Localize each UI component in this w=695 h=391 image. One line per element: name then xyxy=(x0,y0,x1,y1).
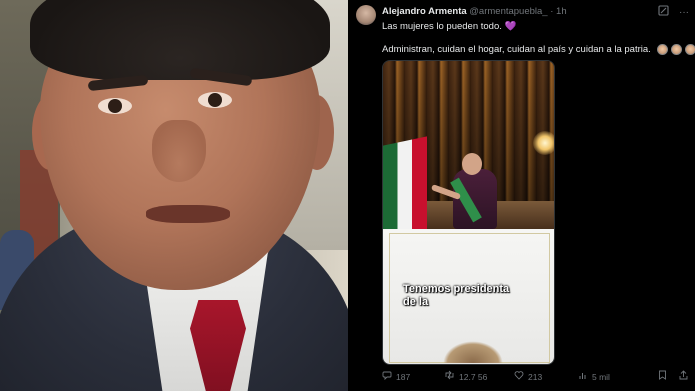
action-bar: 187 12.7 56 213 5 mil xyxy=(382,370,688,383)
views-count: 5 mil xyxy=(592,371,610,382)
author-handle[interactable]: @armentapuebla_ xyxy=(469,6,547,17)
repost-icon xyxy=(444,370,455,383)
old-woman-emoji-icon xyxy=(685,44,695,55)
woman-teacher-emoji-icon xyxy=(671,44,683,55)
hair xyxy=(30,0,330,80)
views-button[interactable]: 5 mil xyxy=(578,370,642,383)
chandelier-light xyxy=(533,131,554,155)
secondary-actions xyxy=(658,370,688,383)
video-caption: Tenemos presidenta de la xyxy=(403,283,553,309)
timestamp[interactable]: 1h xyxy=(556,6,567,17)
woman-emoji-icon xyxy=(657,44,669,55)
separator-dot: · xyxy=(550,6,554,17)
share-icon[interactable] xyxy=(679,370,688,383)
video-caption-line2: de la xyxy=(403,296,429,308)
like-icon xyxy=(514,370,524,383)
like-button[interactable]: 213 xyxy=(514,370,578,383)
avatar[interactable] xyxy=(356,5,376,25)
grok-icon[interactable] xyxy=(658,5,669,20)
emoji-group xyxy=(657,44,695,55)
tweet-text-body: Administran, cuidan el hogar, cuidan al … xyxy=(382,44,651,56)
mouth xyxy=(146,205,230,223)
author-name[interactable]: Alejandro Armenta xyxy=(382,6,467,17)
bookmark-icon[interactable] xyxy=(658,370,667,383)
views-icon xyxy=(578,370,588,383)
nose xyxy=(152,120,206,182)
like-count: 213 xyxy=(528,371,543,382)
person-photo xyxy=(0,0,348,391)
reply-button[interactable]: 187 xyxy=(382,370,444,383)
tweet-header: Alejandro Armenta @armentapuebla_ · 1h xyxy=(382,6,567,17)
video-media[interactable]: Tenemos presidenta de la xyxy=(382,60,555,365)
repost-count: 12.7 56 xyxy=(459,371,488,382)
repost-button[interactable]: 12.7 56 xyxy=(444,370,514,383)
more-icon[interactable]: ··· xyxy=(679,7,689,19)
tweet-card[interactable]: Alejandro Armenta @armentapuebla_ · 1h ·… xyxy=(348,0,695,391)
tweet-text: Las mujeres lo pueden todo. xyxy=(382,21,502,32)
reply-icon xyxy=(382,370,392,383)
tweet-text-line2: Administran, cuidan el hogar, cuidan al … xyxy=(382,44,695,55)
eye-right xyxy=(198,92,232,108)
eye-left xyxy=(98,98,132,114)
reply-count: 187 xyxy=(396,371,411,382)
video-caption-line1: Tenemos presidenta xyxy=(403,283,510,295)
header-icons: ··· xyxy=(658,5,689,20)
president-head xyxy=(462,153,482,175)
national-emblem xyxy=(443,341,503,363)
tweet-text-line1: Las mujeres lo pueden todo. 💜 xyxy=(382,21,516,32)
purple-heart-icon: 💜 xyxy=(504,21,517,32)
